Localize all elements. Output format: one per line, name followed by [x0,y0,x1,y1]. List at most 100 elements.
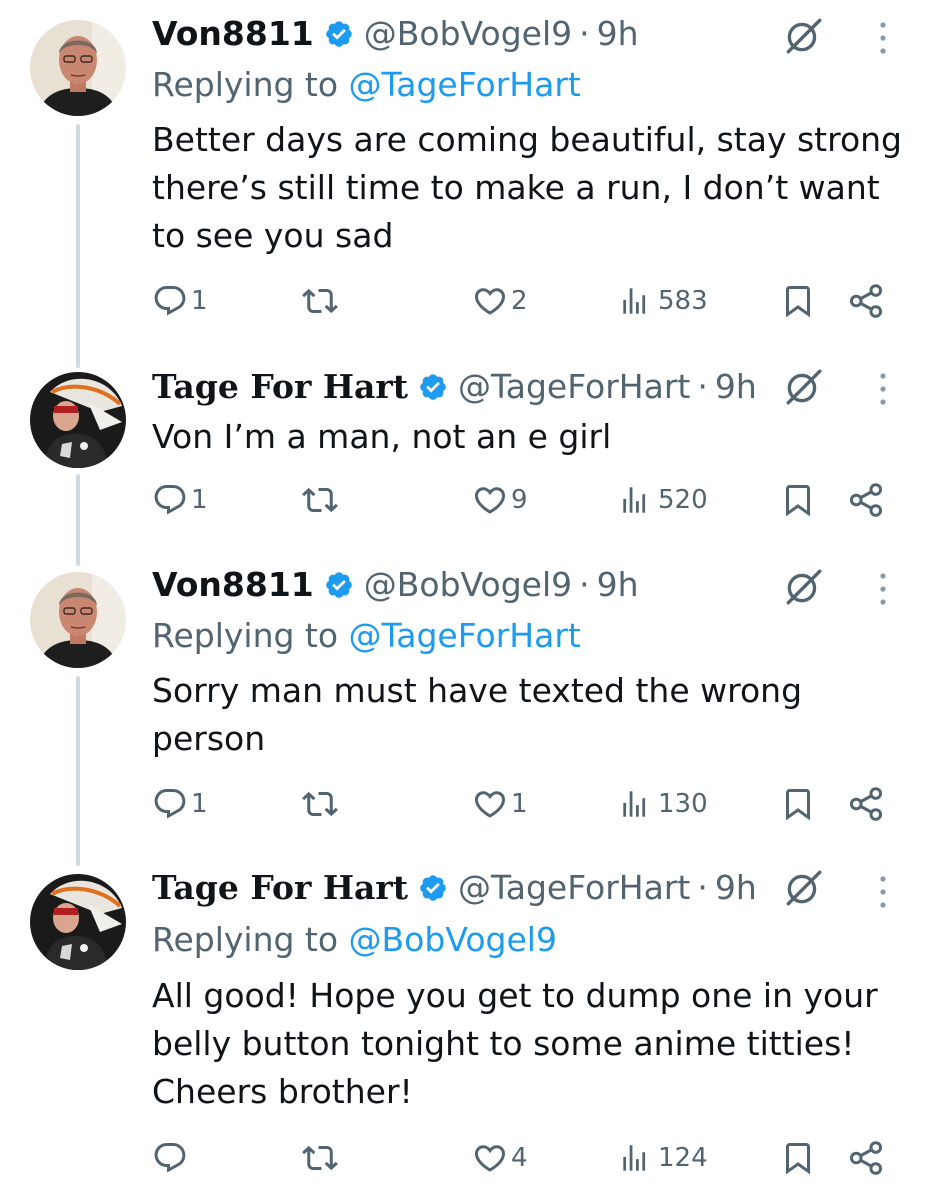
user-handle[interactable]: @TageForHart [458,866,690,910]
reply-button[interactable] [152,1138,191,1178]
views-button[interactable]: 583 [622,281,708,321]
heart-icon [472,786,508,822]
avatar[interactable] [30,572,126,668]
separator-dot: · [579,565,590,604]
verified-badge-icon [324,570,354,600]
bookmark-button[interactable] [780,784,816,824]
like-button[interactable]: 9 [472,480,528,520]
reply-icon [152,482,188,518]
share-button[interactable] [848,281,884,321]
like-count: 4 [511,1143,528,1173]
reply-mention-link[interactable]: @BobVogel9 [349,920,557,959]
reply-button[interactable]: 1 [152,281,208,321]
retweet-button[interactable] [302,480,341,520]
tweet-actions: 4 124 [152,1138,912,1178]
display-name[interactable]: Tage For Hart [152,866,408,910]
user-handle[interactable]: @BobVogel9 [364,563,572,607]
retweet-button[interactable] [302,784,341,824]
avatar[interactable] [30,20,126,116]
bookmark-button[interactable] [780,281,816,321]
views-chart-icon [622,789,650,819]
view-count: 583 [658,286,708,316]
replying-to-prefix: Replying to [152,616,339,655]
like-button[interactable]: 1 [472,784,528,824]
reply-mention-link[interactable]: @TageForHart [349,65,581,104]
share-button[interactable] [848,784,884,824]
like-button[interactable]: 2 [472,281,528,321]
separator-dot: · [697,367,708,406]
timestamp[interactable]: 9h [597,12,639,56]
thread-connector-line [76,124,80,368]
more-options-icon[interactable] [874,371,892,407]
retweet-icon [302,482,338,518]
retweet-icon [302,1140,338,1176]
display-name[interactable]: Von8811 [152,563,314,607]
view-count: 520 [658,485,708,515]
bookmark-icon [780,786,816,822]
share-icon [848,786,884,822]
tweet-text: Von I’m a man, not an e girl [152,417,612,456]
view-count: 130 [658,789,708,819]
replying-to: Replying to @TageForHart [152,614,581,658]
heart-icon [472,1140,508,1176]
bookmark-button[interactable] [780,1138,816,1178]
share-icon [848,283,884,319]
reply-icon [152,283,188,319]
like-count: 2 [511,286,528,316]
grok-icon[interactable] [782,15,824,57]
user-handle[interactable]: @TageForHart [458,365,690,409]
avatar[interactable] [30,874,126,970]
separator-dot: · [579,14,590,53]
reply-button[interactable]: 1 [152,784,208,824]
avatar[interactable] [30,372,126,468]
tweet-text: Better days are coming beautiful, stay s… [152,120,902,255]
like-count: 1 [511,789,528,819]
replying-to: Replying to @BobVogel9 [152,918,557,962]
share-button[interactable] [848,1138,884,1178]
more-options-icon[interactable] [874,20,892,56]
reply-icon [152,786,188,822]
timestamp[interactable]: 9h [597,563,639,607]
display-name[interactable]: Von8811 [152,12,314,56]
replying-to-prefix: Replying to [152,65,339,104]
user-handle[interactable]: @BobVogel9 [364,12,572,56]
reply-mention-link[interactable]: @TageForHart [349,616,581,655]
bookmark-icon [780,1140,816,1176]
reply-count: 1 [191,789,208,819]
like-button[interactable]: 4 [472,1138,528,1178]
thread-connector-line [76,474,80,566]
bookmark-button[interactable] [780,480,816,520]
tweet-actions: 1 1 130 [152,784,912,824]
tweet-header: Von8811 @BobVogel9 · 9h [152,563,639,607]
tweet-header: Tage For Hart @TageForHart · 9h [152,866,757,910]
verified-badge-icon [324,19,354,49]
grok-icon[interactable] [782,566,824,608]
tweet-text: All good! Hope you get to dump one in yo… [152,976,878,1111]
views-chart-icon [622,485,650,515]
reply-count: 1 [191,485,208,515]
grok-icon[interactable] [782,366,824,408]
separator-dot: · [697,868,708,907]
more-options-icon[interactable] [874,874,892,910]
tweet-text: Sorry man must have texted the wrong per… [152,671,803,758]
views-button[interactable]: 130 [622,784,708,824]
share-icon [848,1140,884,1176]
timestamp[interactable]: 9h [715,866,757,910]
retweet-icon [302,283,338,319]
share-button[interactable] [848,480,884,520]
tweet-header: Von8811 @BobVogel9 · 9h [152,12,639,56]
reply-button[interactable]: 1 [152,480,208,520]
retweet-button[interactable] [302,1138,341,1178]
tweet-actions: 1 2 583 [152,281,912,321]
display-name[interactable]: Tage For Hart [152,365,408,409]
retweet-button[interactable] [302,281,341,321]
timestamp[interactable]: 9h [715,365,757,409]
more-options-icon[interactable] [874,571,892,607]
grok-icon[interactable] [782,867,824,909]
replying-to: Replying to @TageForHart [152,63,581,107]
reply-icon [152,1140,188,1176]
views-chart-icon [622,1143,650,1173]
views-button[interactable]: 124 [622,1138,708,1178]
views-button[interactable]: 520 [622,480,708,520]
heart-icon [472,283,508,319]
